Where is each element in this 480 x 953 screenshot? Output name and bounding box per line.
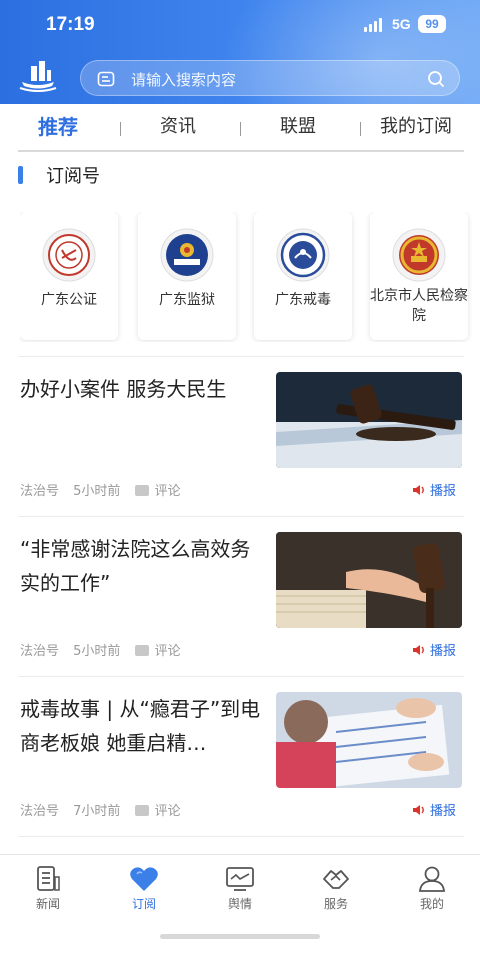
speaker-icon (413, 805, 424, 815)
news-title[interactable]: “非常感谢法院这么高效务实的工作” (20, 532, 268, 600)
nav-subscribe[interactable]: 订阅 (114, 865, 174, 912)
nav-label: 舆情 (227, 897, 252, 911)
tab-news[interactable]: 资讯 (160, 114, 196, 140)
app-header: 17:19 5G 99 请输入搜索内容 (0, 0, 480, 104)
subscription-name: 广东监狱 (159, 292, 215, 308)
divider (18, 676, 464, 677)
search-icon[interactable] (427, 70, 445, 88)
news-title[interactable]: 戒毒故事 | 从“瘾君子”到电商老板娘 她重启精… (20, 692, 268, 760)
battery-icon: 99 (418, 15, 446, 33)
tab-my-subscriptions[interactable]: 我的订阅 (380, 114, 452, 140)
nav-label: 服务 (323, 897, 348, 911)
user-icon (419, 866, 445, 892)
speaker-icon (413, 645, 424, 655)
comment-button[interactable]: 评论 (155, 804, 181, 819)
subscription-name: 广东公证 (41, 292, 97, 308)
news-meta: 法治号 5小时前 评论 (20, 640, 191, 659)
nav-news[interactable]: 新闻 (18, 865, 78, 912)
news-time: 5小时前 (73, 484, 121, 499)
broadcast-button[interactable]: 播报 (412, 800, 456, 819)
section-title: 订阅号 (46, 166, 100, 187)
drug-rehab-emblem-icon (276, 228, 330, 282)
tab-recommend[interactable]: 推荐 (38, 114, 78, 140)
heart-icon (130, 867, 158, 891)
comment-button[interactable]: 评论 (155, 484, 181, 499)
news-source: 法治号 (20, 804, 60, 819)
signal-icon (364, 18, 384, 32)
comment-button[interactable]: 评论 (155, 644, 181, 659)
subscription-list: 广东公证 广东监狱 广东戒毒 北京市人民检察院 (20, 212, 480, 342)
news-icon (37, 866, 60, 891)
subscription-card[interactable]: 广东戒毒 (254, 212, 352, 340)
status-time: 17:19 (46, 14, 95, 35)
subscription-name: 北京市人民检察院 (370, 288, 468, 324)
home-indicator[interactable] (160, 934, 320, 939)
monitor-icon (226, 867, 254, 891)
tab-separator (360, 122, 361, 136)
scan-icon[interactable] (97, 70, 115, 88)
notary-seal-icon (42, 228, 96, 282)
nav-public-opinion[interactable]: 舆情 (210, 865, 270, 912)
news-thumbnail[interactable] (276, 692, 462, 788)
app-logo-icon[interactable] (18, 58, 58, 92)
divider (18, 516, 464, 517)
subscription-card[interactable]: 北京市人民检察院 (370, 212, 468, 340)
nav-label: 我的 (419, 897, 444, 911)
nav-profile[interactable]: 我的 (402, 865, 462, 912)
news-item[interactable]: “非常感谢法院这么高效务实的工作” 法治号 5小时前 评论 播报 (0, 532, 480, 682)
news-item[interactable]: 办好小案件 服务大民生 法治号 5小时前 评论 播报 (0, 372, 480, 522)
status-bar: 17:19 5G 99 (0, 0, 480, 48)
broadcast-label: 播报 (430, 484, 457, 499)
divider (18, 836, 464, 837)
section-accent-bar (18, 166, 23, 184)
speaker-icon (413, 485, 424, 495)
news-time: 7小时前 (73, 804, 121, 819)
comment-icon[interactable] (134, 485, 149, 496)
broadcast-button[interactable]: 播报 (412, 640, 456, 659)
police-badge-icon (160, 228, 214, 282)
comment-icon[interactable] (134, 805, 149, 816)
news-meta: 法治号 5小时前 评论 (20, 480, 191, 499)
news-item[interactable]: 戒毒故事 | 从“瘾君子”到电商老板娘 她重启精… 法治号 7小时前 评论 播报 (0, 692, 480, 842)
network-type: 5G (392, 16, 411, 32)
news-thumbnail[interactable] (276, 532, 462, 628)
broadcast-label: 播报 (430, 804, 457, 819)
subscription-card[interactable]: 广东公证 (20, 212, 118, 340)
national-emblem-icon (392, 228, 446, 282)
search-bar[interactable]: 请输入搜索内容 (80, 60, 460, 96)
nav-label: 订阅 (131, 897, 156, 911)
news-source: 法治号 (20, 484, 60, 499)
comment-icon[interactable] (134, 645, 149, 656)
news-thumbnail[interactable] (276, 372, 462, 468)
nav-label: 新闻 (35, 897, 60, 911)
tab-alliance[interactable]: 联盟 (280, 114, 316, 140)
tab-separator (120, 122, 121, 136)
subscription-card[interactable]: 广东监狱 (138, 212, 236, 340)
news-meta: 法治号 7小时前 评论 (20, 800, 191, 819)
news-source: 法治号 (20, 644, 60, 659)
news-time: 5小时前 (73, 644, 121, 659)
category-tabs: 推荐 资讯 联盟 我的订阅 (0, 104, 480, 152)
broadcast-button[interactable]: 播报 (412, 480, 456, 499)
nav-service[interactable]: 服务 (306, 865, 366, 912)
tabs-divider (18, 150, 464, 152)
handshake-icon (323, 870, 349, 889)
tab-separator (240, 122, 241, 136)
search-input[interactable]: 请输入搜索内容 (131, 69, 236, 90)
news-title[interactable]: 办好小案件 服务大民生 (20, 372, 268, 406)
broadcast-label: 播报 (430, 644, 457, 659)
divider (18, 356, 464, 357)
subscription-name: 广东戒毒 (275, 292, 331, 308)
